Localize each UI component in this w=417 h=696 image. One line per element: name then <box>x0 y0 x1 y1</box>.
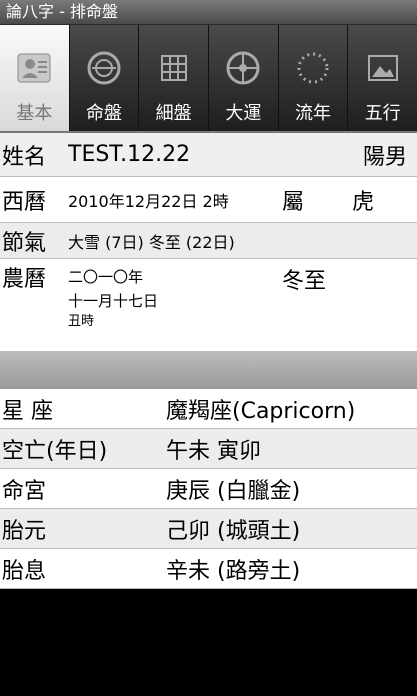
detail-row-fetal-origin: 胎元 己卯 (城頭土) <box>0 509 417 549</box>
lunar-year: 二〇一〇年 <box>68 268 144 286</box>
title-bar: 論八字 - 排命盤 <box>0 0 417 25</box>
lunar-label: 農曆 <box>2 267 47 292</box>
detail-label: 胎息 <box>2 558 47 584</box>
tab-year-label: 流年 <box>295 103 332 124</box>
tab-elements[interactable]: 五行 <box>348 25 417 131</box>
detail-value: 辛未 (路旁土) <box>166 558 301 584</box>
lunar-term: 冬至 <box>282 269 327 294</box>
tab-luck-label: 大運 <box>225 103 262 124</box>
tab-bar: 基本 命盤 細盤 大運 流年 五行 <box>0 25 417 131</box>
tab-basic-label: 基本 <box>16 103 53 124</box>
window-title: 論八字 - 排命盤 <box>6 2 118 21</box>
gregorian-value: 2010年12月22日 2時 <box>68 191 229 211</box>
person-card-icon <box>13 47 55 89</box>
detail-value: 庚辰 (白臘金) <box>166 478 301 504</box>
tab-detail-label: 細盤 <box>155 103 192 124</box>
solar-term-row: 節氣 大雪 (7日) 冬至 (22日) <box>0 223 417 259</box>
name-row: 姓名 TEST.12.22 陽男 <box>0 131 417 177</box>
compass-disc-icon <box>83 47 125 89</box>
gender-value: 陽男 <box>362 144 407 170</box>
tab-detail[interactable]: 細盤 <box>139 25 210 131</box>
lunar-hour: 丑時 <box>68 314 95 329</box>
detail-value: 午未 寅卯 <box>166 438 261 464</box>
gregorian-label: 西曆 <box>2 189 47 215</box>
picture-frame-icon <box>362 47 404 89</box>
detail-label: 命宮 <box>2 478 47 504</box>
tab-chart[interactable]: 命盤 <box>69 25 140 131</box>
name-label: 姓名 <box>2 144 47 170</box>
tab-elements-label: 五行 <box>364 103 401 124</box>
tab-basic[interactable]: 基本 <box>0 25 70 131</box>
detail-label: 胎元 <box>2 518 47 544</box>
zodiac-label: 屬 <box>282 189 305 215</box>
detail-label: 空亡(年日) <box>2 438 108 464</box>
detail-value: 魔羯座(Capricorn) <box>166 398 356 424</box>
detail-row-life-palace: 命宮 庚辰 (白臘金) <box>0 469 417 509</box>
dotted-circle-icon <box>292 47 334 89</box>
wheel-icon <box>222 47 264 89</box>
detail-value: 己卯 (城頭土) <box>166 518 301 544</box>
detail-row-void: 空亡(年日) 午未 寅卯 <box>0 429 417 469</box>
tab-year[interactable]: 流年 <box>278 25 349 131</box>
zodiac-value: 虎 <box>352 189 375 215</box>
solar-term-value: 大雪 (7日) 冬至 (22日) <box>68 232 235 252</box>
tab-luck[interactable]: 大運 <box>209 25 279 131</box>
detail-label: 星 座 <box>2 398 53 424</box>
profile-panel: 姓名 TEST.12.22 陽男 西曆 2010年12月22日 2時 屬 虎 節… <box>0 131 417 589</box>
calendar-grid-icon <box>153 47 195 89</box>
tab-chart-label: 命盤 <box>86 103 122 124</box>
detail-row-constellation: 星 座 魔羯座(Capricorn) <box>0 389 417 429</box>
gregorian-row: 西曆 2010年12月22日 2時 屬 虎 <box>0 177 417 223</box>
lunar-date: 十一月十七日 <box>68 292 159 310</box>
detail-row-fetal-breath: 胎息 辛未 (路旁土) <box>0 549 417 589</box>
solar-term-label: 節氣 <box>2 230 47 256</box>
name-value: TEST.12.22 <box>68 142 191 167</box>
lunar-row: 農曆 二〇一〇年 十一月十七日 丑時 冬至 <box>0 259 417 351</box>
section-divider <box>0 351 417 389</box>
lunar-value: 二〇一〇年 十一月十七日 丑時 <box>68 261 282 331</box>
